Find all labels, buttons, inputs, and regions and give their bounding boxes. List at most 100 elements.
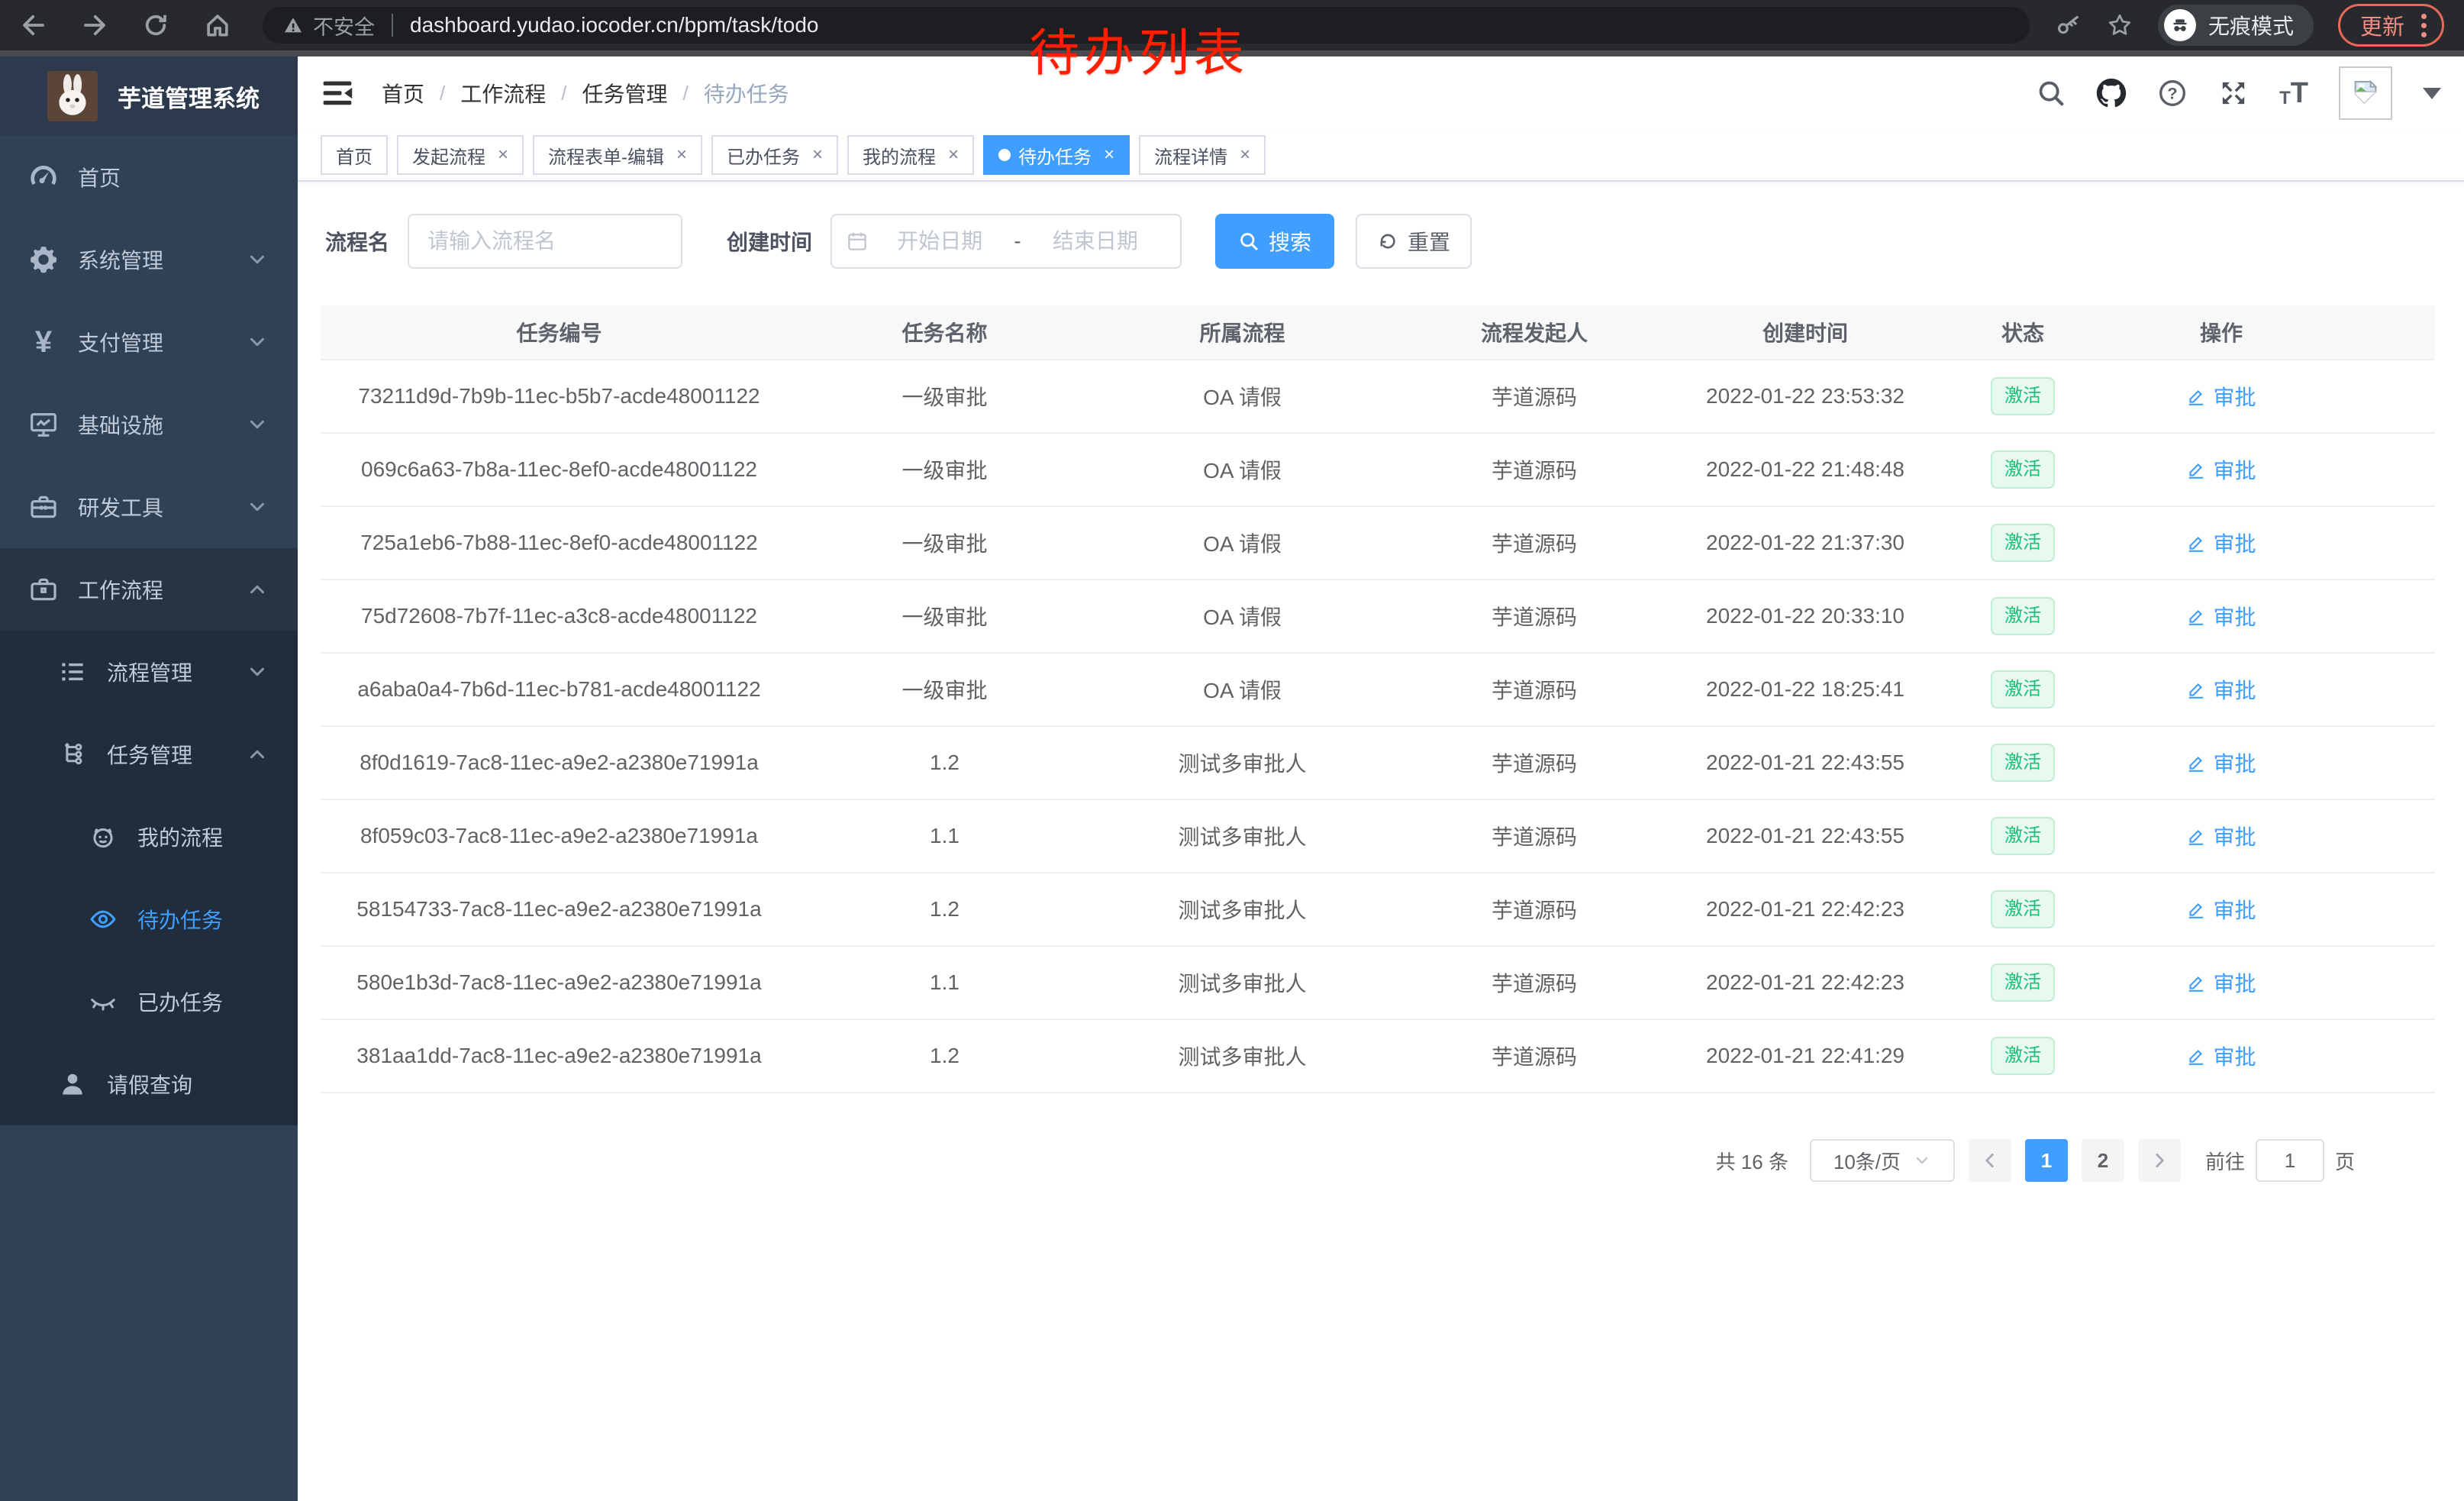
page-1-button[interactable]: 1 (2025, 1139, 2068, 1182)
sidebar-item-process-mgmt[interactable]: 流程管理 (0, 631, 298, 713)
sidebar-item-system[interactable]: 系统管理 (0, 218, 298, 301)
search-icon[interactable] (2037, 79, 2066, 108)
end-date-input[interactable] (1024, 228, 1166, 254)
robot-icon (85, 822, 121, 851)
approve-link[interactable]: 审批 (2186, 674, 2256, 705)
close-icon[interactable]: × (498, 144, 508, 166)
sidebar-item-infra[interactable]: 基础设施 (0, 383, 298, 466)
breadcrumb-task-mgmt[interactable]: 任务管理 (582, 78, 668, 108)
approve-link[interactable]: 审批 (2186, 1041, 2256, 1071)
app-logo[interactable]: 芋道管理系统 (0, 56, 298, 136)
start-date-input[interactable] (869, 228, 1011, 254)
status-badge: 激活 (1991, 1037, 2055, 1075)
cell-starter: 芋道源码 (1393, 894, 1675, 925)
cell-task-name: 一级审批 (798, 528, 1092, 558)
sidebar-item-done-tasks[interactable]: 已办任务 (0, 960, 298, 1043)
tab-home[interactable]: 首页 (321, 135, 388, 175)
breadcrumb-home[interactable]: 首页 (382, 78, 424, 108)
tab-form-edit[interactable]: 流程表单-编辑× (533, 135, 702, 175)
page-2-button[interactable]: 2 (2082, 1139, 2124, 1182)
approve-link[interactable]: 审批 (2186, 601, 2256, 631)
search-button[interactable]: 搜索 (1215, 214, 1334, 269)
help-icon[interactable]: ? (2157, 78, 2188, 108)
close-icon[interactable]: × (676, 144, 687, 166)
tab-my-process[interactable]: 我的流程× (847, 135, 974, 175)
tab-label: 流程详情 (1154, 142, 1227, 169)
sidebar-item-home[interactable]: 首页 (0, 136, 298, 218)
approve-link[interactable]: 审批 (2186, 894, 2256, 925)
tags-view: 首页 发起流程× 流程表单-编辑× 已办任务× 我的流程× 待办任务× 流程详情… (298, 130, 2464, 182)
sidebar-item-my-process[interactable]: 我的流程 (0, 796, 298, 878)
prev-page-button[interactable] (1969, 1139, 2011, 1182)
cell-task-name: 一级审批 (798, 674, 1092, 705)
fullscreen-icon[interactable] (2218, 78, 2249, 108)
workflow-submenu: 流程管理 任务管理 我的流程 待办任务 (0, 631, 298, 1125)
reset-button[interactable]: 重置 (1356, 214, 1472, 269)
approve-link[interactable]: 审批 (2186, 528, 2256, 558)
cell-task-id: 73211d9d-7b9b-11ec-b5b7-acde48001122 (321, 384, 798, 408)
sidebar-item-label: 基础设施 (78, 409, 163, 440)
approve-link[interactable]: 审批 (2186, 821, 2256, 851)
main-area: 首页 / 工作流程 / 任务管理 / 待办任务 ? TT (298, 56, 2464, 1501)
page-size-select[interactable]: 10条/页 (1810, 1139, 1955, 1182)
reload-icon[interactable] (142, 11, 169, 39)
page-unit-label: 页 (2335, 1147, 2355, 1175)
sidebar-collapse-icon[interactable] (321, 76, 354, 110)
breadcrumb-separator: / (561, 82, 566, 105)
home-icon[interactable] (203, 11, 232, 40)
process-name-input[interactable] (408, 214, 682, 269)
cell-task-name: 1.1 (798, 824, 1092, 848)
close-icon[interactable]: × (812, 144, 823, 166)
tab-start-process[interactable]: 发起流程× (397, 135, 524, 175)
browser-update-button[interactable]: 更新 (2338, 4, 2444, 47)
cell-task-name: 一级审批 (798, 454, 1092, 485)
process-name-label: 流程名 (325, 226, 389, 257)
sidebar-item-payment[interactable]: ¥ 支付管理 (0, 301, 298, 383)
sidebar-item-task-mgmt[interactable]: 任务管理 (0, 713, 298, 796)
font-size-icon[interactable]: TT (2279, 79, 2308, 108)
chevron-down-icon (246, 331, 269, 353)
bookmark-star-icon[interactable] (2106, 11, 2133, 39)
incognito-badge: 无痕模式 (2158, 5, 2314, 46)
cell-create-time: 2022-01-21 22:42:23 (1675, 897, 1935, 922)
forward-icon[interactable] (81, 11, 108, 39)
date-range-picker[interactable]: - (830, 214, 1182, 269)
chevron-down-icon (246, 495, 269, 518)
avatar-dropdown-caret[interactable] (2423, 88, 2441, 99)
goto-page-input[interactable] (2256, 1139, 2324, 1182)
close-icon[interactable]: × (1240, 144, 1250, 166)
app-title: 芋道管理系统 (118, 79, 260, 114)
cell-task-id: a6aba0a4-7b6d-11ec-b781-acde48001122 (321, 677, 798, 702)
tab-todo-tasks[interactable]: 待办任务× (983, 135, 1130, 175)
sidebar-item-todo-tasks[interactable]: 待办任务 (0, 878, 298, 960)
close-icon[interactable]: × (948, 144, 959, 166)
approve-link[interactable]: 审批 (2186, 454, 2256, 485)
github-icon[interactable] (2096, 78, 2127, 108)
browser-menu-icon[interactable] (2418, 11, 2430, 40)
logo-avatar (47, 71, 98, 121)
table-row: a6aba0a4-7b6d-11ec-b781-acde48001122一级审批… (321, 654, 2435, 727)
cell-starter: 芋道源码 (1393, 454, 1675, 485)
back-icon[interactable] (20, 11, 47, 39)
tab-process-detail[interactable]: 流程详情 × (1139, 135, 1266, 175)
password-key-icon[interactable] (2056, 12, 2082, 38)
table-row: 58154733-7ac8-11ec-a9e2-a2380e71991a1.2测… (321, 873, 2435, 947)
close-icon[interactable]: × (1104, 144, 1114, 166)
approve-link[interactable]: 审批 (2186, 747, 2256, 778)
breadcrumb-workflow[interactable]: 工作流程 (460, 78, 546, 108)
search-icon (1238, 231, 1259, 252)
col-create-time: 创建时间 (1675, 317, 1935, 347)
sidebar-item-devtools[interactable]: 研发工具 (0, 466, 298, 548)
task-table: 任务编号 任务名称 所属流程 流程发起人 创建时间 状态 操作 73211d9d… (321, 305, 2435, 1093)
approve-link[interactable]: 审批 (2186, 381, 2256, 412)
approve-label: 审批 (2213, 1041, 2256, 1071)
approve-link[interactable]: 审批 (2186, 967, 2256, 998)
next-page-button[interactable] (2138, 1139, 2181, 1182)
avatar[interactable] (2339, 66, 2392, 120)
tab-done-tasks[interactable]: 已办任务× (711, 135, 838, 175)
status-badge: 激活 (1991, 964, 2055, 1002)
pagination-total: 共 16 条 (1716, 1147, 1788, 1175)
sidebar-item-leave-query[interactable]: 请假查询 (0, 1043, 298, 1125)
sidebar-item-workflow[interactable]: 工作流程 (0, 548, 298, 631)
cell-create-time: 2022-01-22 23:53:32 (1675, 384, 1935, 408)
